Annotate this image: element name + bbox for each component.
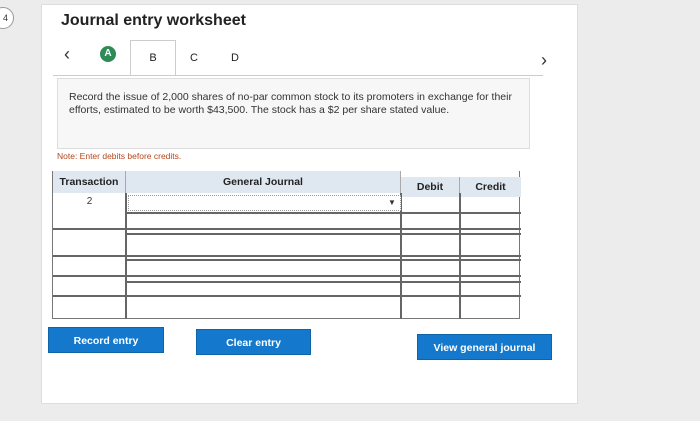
credit-input[interactable] <box>461 235 519 255</box>
header-debit: Debit <box>401 177 460 197</box>
entry-tabs: ‹ A B C D › <box>53 40 573 76</box>
journal-table: Transaction General Journal Debit Credit… <box>52 171 521 319</box>
account-select[interactable] <box>128 261 400 275</box>
row-divider <box>126 212 521 214</box>
debit-input[interactable] <box>402 297 459 317</box>
prompt-text: Record the issue of 2,000 shares of no-p… <box>69 91 512 116</box>
account-select[interactable] <box>128 297 400 317</box>
tab-c[interactable]: C <box>190 52 198 64</box>
tab-a[interactable]: A <box>100 46 116 62</box>
header-transaction: Transaction <box>53 171 126 193</box>
account-select[interactable] <box>128 283 400 295</box>
page-title: Journal entry worksheet <box>61 12 246 29</box>
transaction-cell: 2 <box>86 196 93 207</box>
row-divider <box>53 275 521 277</box>
left-margin <box>0 0 14 421</box>
account-select[interactable] <box>128 235 400 255</box>
prompt-box: Record the issue of 2,000 shares of no-p… <box>57 78 530 149</box>
credit-input[interactable] <box>461 297 519 317</box>
credit-input[interactable] <box>461 261 519 275</box>
chevron-down-icon[interactable]: ▼ <box>386 197 398 209</box>
debit-input[interactable] <box>402 283 459 295</box>
tab-d[interactable]: D <box>231 52 239 64</box>
chevron-left-icon[interactable]: ‹ <box>64 44 70 65</box>
row-divider <box>53 255 521 257</box>
account-select[interactable] <box>128 195 401 211</box>
row-divider <box>53 228 521 230</box>
credit-input[interactable] <box>461 283 519 295</box>
tab-divider <box>53 75 543 76</box>
chevron-right-icon[interactable]: › <box>541 50 547 71</box>
transaction-cell <box>53 231 125 255</box>
header-credit: Credit <box>460 177 521 197</box>
debit-input[interactable] <box>402 235 459 255</box>
debit-input[interactable] <box>402 195 459 211</box>
record-entry-button[interactable]: Record entry <box>48 327 164 353</box>
debit-input[interactable] <box>402 261 459 275</box>
credit-input[interactable] <box>461 195 519 211</box>
header-general-journal: General Journal <box>126 171 401 193</box>
note-text: Note: Enter debits before credits. <box>57 151 182 161</box>
tab-b[interactable]: B <box>130 40 176 76</box>
clear-entry-button[interactable]: Clear entry <box>196 329 311 355</box>
view-general-journal-button[interactable]: View general journal <box>417 334 552 360</box>
